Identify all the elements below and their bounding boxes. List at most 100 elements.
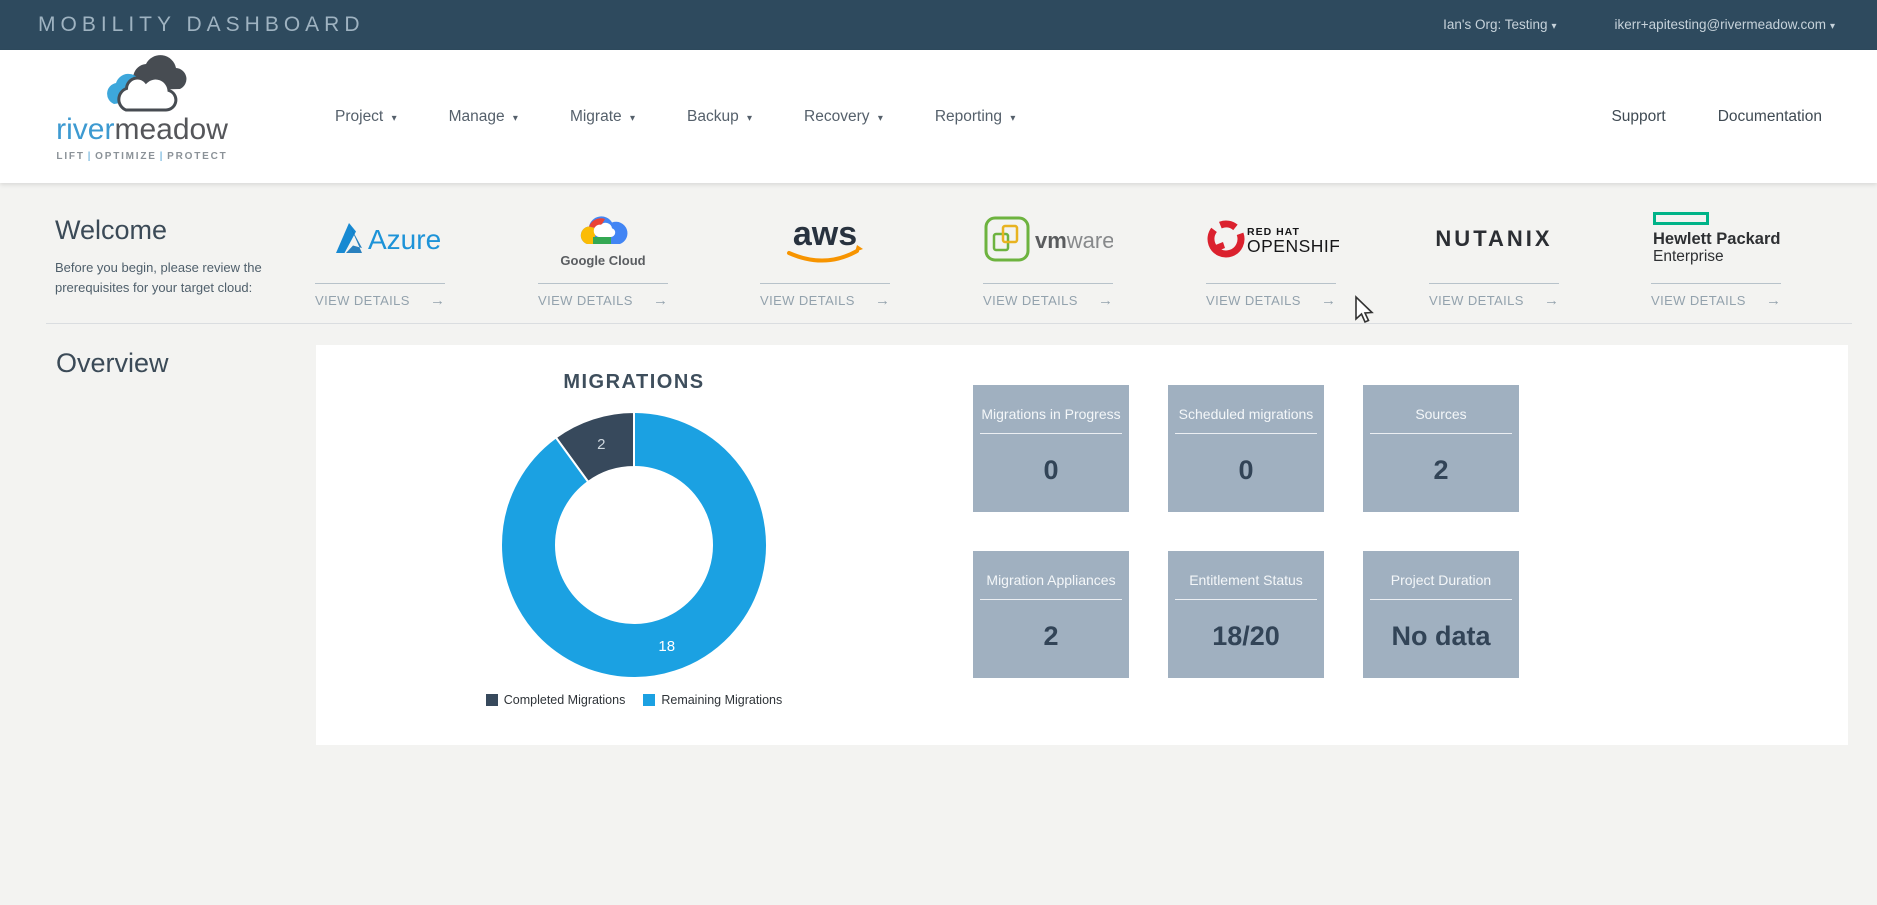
card-sources: Sources 2 <box>1363 385 1519 512</box>
divider <box>46 323 1852 324</box>
arrow-right-icon: → <box>875 292 890 309</box>
chart-legend: Completed Migrations Remaining Migrations <box>434 693 834 707</box>
card-migration-appliances: Migration Appliances 2 <box>973 551 1129 678</box>
mobility-dashboard-page: MOBILITY DASHBOARD Ian's Org: Testing▾ i… <box>0 0 1877 905</box>
svg-text:vmware: vmware <box>1035 228 1113 253</box>
arrow-right-icon: → <box>430 292 445 309</box>
arrow-right-icon: → <box>653 292 668 309</box>
svg-text:OPENSHIFT: OPENSHIFT <box>1247 236 1339 256</box>
provider-azure: Azure VIEW DETAILS→ <box>315 195 445 309</box>
card-migrations-in-progress: Migrations in Progress 0 <box>973 385 1129 512</box>
nav-menu-backup[interactable]: Backup ▾ <box>687 108 752 126</box>
view-details-vmware[interactable]: VIEW DETAILS→ <box>983 284 1113 309</box>
chevron-down-icon: ▾ <box>392 113 397 124</box>
card-value: No data <box>1363 621 1519 652</box>
page-title: MOBILITY DASHBOARD <box>38 13 365 37</box>
overview-title: Overview <box>56 348 169 379</box>
nav-links: Support Documentation <box>1611 50 1822 183</box>
divider <box>1370 433 1512 434</box>
google-cloud-logo-icon: Google Cloud <box>538 195 668 283</box>
card-project-duration: Project Duration No data <box>1363 551 1519 678</box>
org-selector[interactable]: Ian's Org: Testing▾ <box>1443 17 1556 32</box>
openshift-logo-icon: RED HAT OPENSHIFT <box>1206 195 1336 283</box>
provider-openshift: RED HAT OPENSHIFT VIEW DETAILS→ <box>1206 195 1336 309</box>
legend-label: Completed Migrations <box>504 693 626 707</box>
donut-slice-value: 2 <box>597 436 605 453</box>
donut-slice[interactable] <box>501 412 767 678</box>
view-details-hpe[interactable]: VIEW DETAILS→ <box>1651 284 1781 309</box>
migrations-donut-chart: 2 18 <box>484 395 784 695</box>
divider <box>1175 433 1317 434</box>
google-cloud-caption: Google Cloud <box>560 253 645 268</box>
view-details-openshift[interactable]: VIEW DETAILS→ <box>1206 284 1336 309</box>
hpe-logo-icon: Hewlett Packard Enterprise <box>1651 195 1781 283</box>
rivermeadow-logo[interactable]: rivermeadow LIFT|OPTIMIZE|PROTECT <box>52 54 232 162</box>
support-link[interactable]: Support <box>1611 108 1665 126</box>
card-value: 2 <box>973 621 1129 652</box>
card-entitlement-status: Entitlement Status 18/20 <box>1168 551 1324 678</box>
nutanix-logo-icon: NUTANIX <box>1429 195 1559 283</box>
brand-tagline: LIFT|OPTIMIZE|PROTECT <box>52 151 232 162</box>
welcome-title: Welcome <box>55 215 310 246</box>
chevron-down-icon: ▾ <box>747 113 752 124</box>
card-value: 18/20 <box>1168 621 1324 652</box>
nav-menus: Project ▾ Manage ▾ Migrate ▾ Backup ▾ Re… <box>335 50 1015 183</box>
arrow-right-icon: → <box>1544 292 1559 309</box>
overview-panel: MIGRATIONS 2 18 Completed Migrations Remai… <box>316 345 1848 745</box>
view-details-nutanix[interactable]: VIEW DETAILS→ <box>1429 284 1559 309</box>
divider <box>980 599 1122 600</box>
chevron-down-icon: ▾ <box>1552 21 1557 32</box>
card-value: 0 <box>1168 455 1324 486</box>
legend-label: Remaining Migrations <box>661 693 782 707</box>
nav-menu-migrate[interactable]: Migrate ▾ <box>570 108 635 126</box>
brand-wordmark: rivermeadow <box>52 115 232 145</box>
stat-cards: Migrations in Progress 0 Scheduled migra… <box>973 385 1519 678</box>
divider <box>980 433 1122 434</box>
chevron-down-icon: ▾ <box>630 113 635 124</box>
provider-google-cloud: Google Cloud VIEW DETAILS→ <box>538 195 668 309</box>
provider-hpe: Hewlett Packard Enterprise VIEW DETAILS→ <box>1651 195 1781 309</box>
divider <box>1175 599 1317 600</box>
legend-item[interactable]: Remaining Migrations <box>643 693 782 707</box>
top-bar: MOBILITY DASHBOARD Ian's Org: Testing▾ i… <box>0 0 1877 50</box>
aws-logo-icon: aws <box>760 195 890 283</box>
azure-logo-icon: Azure <box>315 195 445 283</box>
nav-menu-reporting[interactable]: Reporting ▾ <box>935 108 1016 126</box>
legend-item[interactable]: Completed Migrations <box>486 693 626 707</box>
view-details-aws[interactable]: VIEW DETAILS→ <box>760 284 890 309</box>
welcome-subtitle: Before you begin, please review the prer… <box>55 258 310 298</box>
nav-menu-project[interactable]: Project ▾ <box>335 108 397 126</box>
card-value: 2 <box>1363 455 1519 486</box>
chart-title: MIGRATIONS <box>484 371 784 394</box>
cloud-logo-icon <box>92 54 192 116</box>
user-menu[interactable]: ikerr+apitesting@rivermeadow.com▾ <box>1615 17 1835 32</box>
chevron-down-icon: ▾ <box>513 113 518 124</box>
provider-vmware: vmware VIEW DETAILS→ <box>983 195 1113 309</box>
svg-text:Azure: Azure <box>368 224 441 255</box>
arrow-right-icon: → <box>1098 292 1113 309</box>
divider <box>1370 599 1512 600</box>
hpe-green-rect <box>1653 212 1709 225</box>
chevron-down-icon: ▾ <box>1830 21 1835 32</box>
welcome-block: Welcome Before you begin, please review … <box>55 215 310 298</box>
documentation-link[interactable]: Documentation <box>1718 108 1822 126</box>
legend-swatch-icon <box>486 694 498 706</box>
nav-menu-manage[interactable]: Manage ▾ <box>449 108 518 126</box>
view-details-google-cloud[interactable]: VIEW DETAILS→ <box>538 284 668 309</box>
donut-slice-value: 18 <box>658 638 675 655</box>
card-value: 0 <box>973 455 1129 486</box>
card-scheduled-migrations: Scheduled migrations 0 <box>1168 385 1324 512</box>
arrow-right-icon: → <box>1766 292 1781 309</box>
main-navbar: rivermeadow LIFT|OPTIMIZE|PROTECT Projec… <box>0 50 1877 183</box>
svg-text:aws: aws <box>793 215 857 253</box>
chevron-down-icon: ▾ <box>1010 113 1015 124</box>
mouse-cursor-icon <box>1352 295 1374 325</box>
legend-swatch-icon <box>643 694 655 706</box>
chevron-down-icon: ▾ <box>878 113 883 124</box>
nav-menu-recovery[interactable]: Recovery ▾ <box>804 108 883 126</box>
provider-nutanix: NUTANIX VIEW DETAILS→ <box>1429 195 1559 309</box>
view-details-azure[interactable]: VIEW DETAILS→ <box>315 284 445 309</box>
vmware-logo-icon: vmware <box>983 195 1113 283</box>
arrow-right-icon: → <box>1321 292 1336 309</box>
provider-aws: aws VIEW DETAILS→ <box>760 195 890 309</box>
